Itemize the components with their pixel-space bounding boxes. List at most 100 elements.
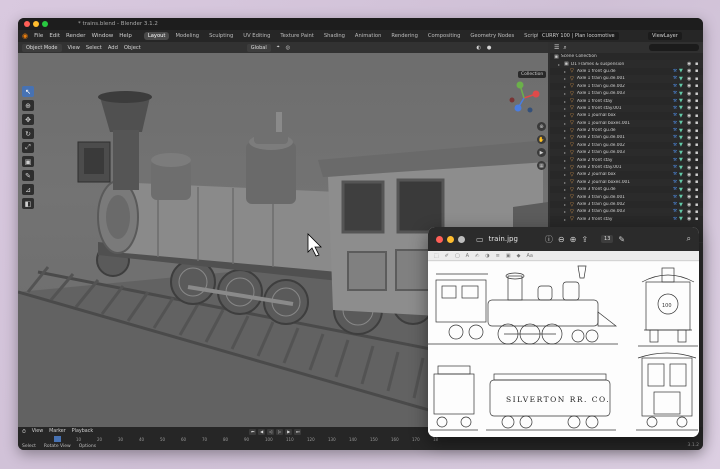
mesh-data-icon[interactable]: ▼ bbox=[679, 187, 687, 193]
mesh-data-icon[interactable]: ▼ bbox=[679, 157, 687, 163]
selection-tool-icon[interactable]: ⬚ bbox=[434, 253, 439, 259]
outliner-object-row[interactable]: ▸ ▽ Axle 2 train gu.de.001 ⚒ ▼ ◉ ▪ bbox=[550, 134, 703, 142]
outliner-editor-icon[interactable]: ☰ bbox=[554, 44, 559, 51]
prev-key-icon[interactable]: ◀ bbox=[258, 428, 266, 435]
visibility-eye-icon[interactable]: ◉ bbox=[687, 142, 695, 148]
tab-sculpting[interactable]: Sculpting bbox=[205, 32, 237, 40]
scale-tool-icon[interactable]: ⤢ bbox=[22, 142, 34, 153]
visibility-eye-icon[interactable]: ◉ bbox=[687, 91, 695, 97]
outliner-object-row[interactable]: ▸ ▽ Axle 2 journal boxes.001 ⚒ ▼ ◉ ▪ bbox=[550, 178, 703, 187]
visibility-eye-icon[interactable]: ◉ bbox=[687, 172, 695, 178]
render-camera-icon[interactable]: ▪ bbox=[695, 128, 703, 134]
outliner-object-row[interactable]: ▸ ▽ Axle 1 train gu.de.003 ⚒ ▼ ◉ ▪ bbox=[550, 89, 703, 98]
visibility-eye-icon[interactable]: ◉ bbox=[687, 61, 695, 67]
mesh-data-icon[interactable]: ▼ bbox=[679, 194, 687, 200]
ortho-toggle-icon[interactable]: ▦ bbox=[537, 161, 546, 170]
render-camera-icon[interactable]: ▪ bbox=[695, 194, 703, 200]
sidebar-toggle-icon[interactable]: ▭ bbox=[476, 235, 484, 244]
outliner-object-row[interactable]: ▸ ▽ Axle 1 train gu.de.001 ⚒ ▼ ◉ ▪ bbox=[550, 75, 703, 83]
render-camera-icon[interactable]: ▪ bbox=[695, 61, 703, 67]
mesh-data-icon[interactable]: ▼ bbox=[679, 216, 687, 222]
zoom-out-icon[interactable]: ⊖ bbox=[558, 235, 565, 244]
render-camera-icon[interactable]: ▪ bbox=[695, 179, 703, 185]
timeline-menu-view[interactable]: View bbox=[32, 429, 43, 434]
menu-file[interactable]: File bbox=[34, 33, 43, 39]
render-camera-icon[interactable]: ▪ bbox=[695, 142, 703, 148]
outliner-object-row[interactable]: ▸ ▽ Axle 3 front stay ⚒ ▼ ◉ ▪ bbox=[550, 216, 703, 223]
tab-animation[interactable]: Animation bbox=[351, 32, 385, 40]
info-icon[interactable]: ⓘ bbox=[545, 234, 553, 245]
outliner-object-row[interactable]: ▸ ▽ Axle 1 front gu.de ⚒ ▼ ◉ ▪ bbox=[550, 68, 703, 75]
viewport-menu-view[interactable]: View bbox=[68, 45, 80, 51]
preview-search-icon[interactable]: ⌕ bbox=[687, 234, 691, 244]
tab-modeling[interactable]: Modeling bbox=[171, 32, 203, 40]
share-icon[interactable]: ⇪ bbox=[581, 235, 588, 244]
render-camera-icon[interactable]: ▪ bbox=[695, 68, 703, 74]
menu-window[interactable]: Window bbox=[92, 33, 114, 39]
outliner-object-row[interactable]: ▸ ▽ Axle 1 journal boxes.001 ⚒ ▼ ◉ ▪ bbox=[550, 119, 703, 127]
outliner-object-row[interactable]: ▸ ▽ Axle 1 front stay ⚒ ▼ ◉ ▪ bbox=[550, 97, 703, 104]
blender-logo-icon[interactable]: ◉ bbox=[22, 32, 28, 40]
outliner-collection-row[interactable]: ▸ ▣ D1 Frames & suspension ◉ ▪ bbox=[550, 60, 703, 68]
move-tool-icon[interactable]: ✥ bbox=[22, 114, 34, 125]
tab-texture-paint[interactable]: Texture Paint bbox=[276, 32, 317, 40]
annotate-tool-icon[interactable]: ✎ bbox=[22, 170, 34, 181]
mesh-data-icon[interactable]: ▼ bbox=[679, 91, 687, 97]
fill-color-icon[interactable]: ◆ bbox=[517, 253, 521, 259]
mesh-data-icon[interactable]: ▼ bbox=[679, 128, 687, 134]
maximize-button[interactable] bbox=[42, 21, 48, 27]
outliner-object-row[interactable]: ▸ ▽ Axle 2 journal box ⚒ ▼ ◉ ▪ bbox=[550, 171, 703, 178]
visibility-eye-icon[interactable]: ◉ bbox=[687, 83, 695, 89]
shading-solid-icon[interactable]: ● bbox=[487, 45, 492, 51]
render-camera-icon[interactable]: ▪ bbox=[695, 209, 703, 215]
sign-tool-icon[interactable]: ✍ bbox=[475, 253, 479, 259]
preview-maximize-button[interactable] bbox=[458, 235, 465, 243]
outliner-object-row[interactable]: ▸ ▽ Axle 1 train gu.de.002 ⚒ ▼ ◉ ▪ bbox=[550, 83, 703, 90]
outliner-scene-collection[interactable]: ▣ Scene Collection bbox=[550, 53, 703, 60]
visibility-eye-icon[interactable]: ◉ bbox=[687, 209, 695, 215]
render-camera-icon[interactable]: ▪ bbox=[695, 157, 703, 163]
mesh-data-icon[interactable]: ▼ bbox=[679, 179, 687, 185]
markup-icon[interactable]: ✎ bbox=[618, 235, 625, 244]
render-camera-icon[interactable]: ▪ bbox=[695, 98, 703, 104]
render-camera-icon[interactable]: ▪ bbox=[695, 91, 703, 97]
visibility-eye-icon[interactable]: ◉ bbox=[687, 157, 695, 163]
jump-start-icon[interactable]: ⏮ bbox=[249, 428, 257, 435]
outliner-object-row[interactable]: ▸ ▽ Axle 3 front gu.de ⚒ ▼ ◉ ▪ bbox=[550, 186, 703, 193]
visibility-eye-icon[interactable]: ◉ bbox=[687, 135, 695, 141]
transform-orientation[interactable]: Global bbox=[246, 43, 271, 52]
preview-close-button[interactable] bbox=[436, 235, 443, 243]
visibility-eye-icon[interactable]: ◉ bbox=[687, 179, 695, 185]
page-count-badge[interactable]: 13 bbox=[601, 235, 614, 243]
view-layer-selector[interactable]: ViewLayer bbox=[648, 32, 682, 40]
line-style-icon[interactable]: ≡ bbox=[496, 253, 500, 259]
mesh-data-icon[interactable]: ▼ bbox=[679, 83, 687, 89]
mesh-data-icon[interactable]: ▼ bbox=[679, 150, 687, 156]
render-camera-icon[interactable]: ▪ bbox=[695, 113, 703, 119]
render-camera-icon[interactable]: ▪ bbox=[695, 165, 703, 171]
outliner-object-row[interactable]: ▸ ▽ Axle 1 journal box ⚒ ▼ ◉ ▪ bbox=[550, 112, 703, 119]
shapes-tool-icon[interactable]: ▢ bbox=[455, 253, 460, 259]
visibility-eye-icon[interactable]: ◉ bbox=[687, 194, 695, 200]
tab-uv-editing[interactable]: UV Editing bbox=[239, 32, 274, 40]
render-camera-icon[interactable]: ▪ bbox=[695, 172, 703, 178]
visibility-eye-icon[interactable]: ◉ bbox=[687, 187, 695, 193]
tab-shading[interactable]: Shading bbox=[320, 32, 349, 40]
mesh-data-icon[interactable]: ▼ bbox=[679, 165, 687, 171]
timeline-editor-icon[interactable]: ⏱ bbox=[22, 429, 26, 435]
render-camera-icon[interactable]: ▪ bbox=[695, 135, 703, 141]
mesh-data-icon[interactable]: ▼ bbox=[679, 172, 687, 178]
proportional-edit-icon[interactable]: ◎ bbox=[286, 45, 291, 51]
mesh-data-icon[interactable]: ▼ bbox=[679, 98, 687, 104]
timeline-menu-marker[interactable]: Marker bbox=[49, 429, 66, 434]
render-camera-icon[interactable]: ▪ bbox=[695, 83, 703, 89]
visibility-eye-icon[interactable]: ◉ bbox=[687, 105, 695, 111]
adjust-color-icon[interactable]: ◑ bbox=[485, 253, 489, 259]
navigation-gizmo[interactable] bbox=[506, 80, 542, 116]
border-color-icon[interactable]: ▣ bbox=[506, 253, 511, 259]
camera-view-icon[interactable]: ▶ bbox=[537, 148, 546, 157]
visibility-eye-icon[interactable]: ◉ bbox=[687, 128, 695, 134]
mesh-data-icon[interactable]: ▼ bbox=[679, 142, 687, 148]
mesh-data-icon[interactable]: ▼ bbox=[679, 209, 687, 215]
visibility-eye-icon[interactable]: ◉ bbox=[687, 98, 695, 104]
